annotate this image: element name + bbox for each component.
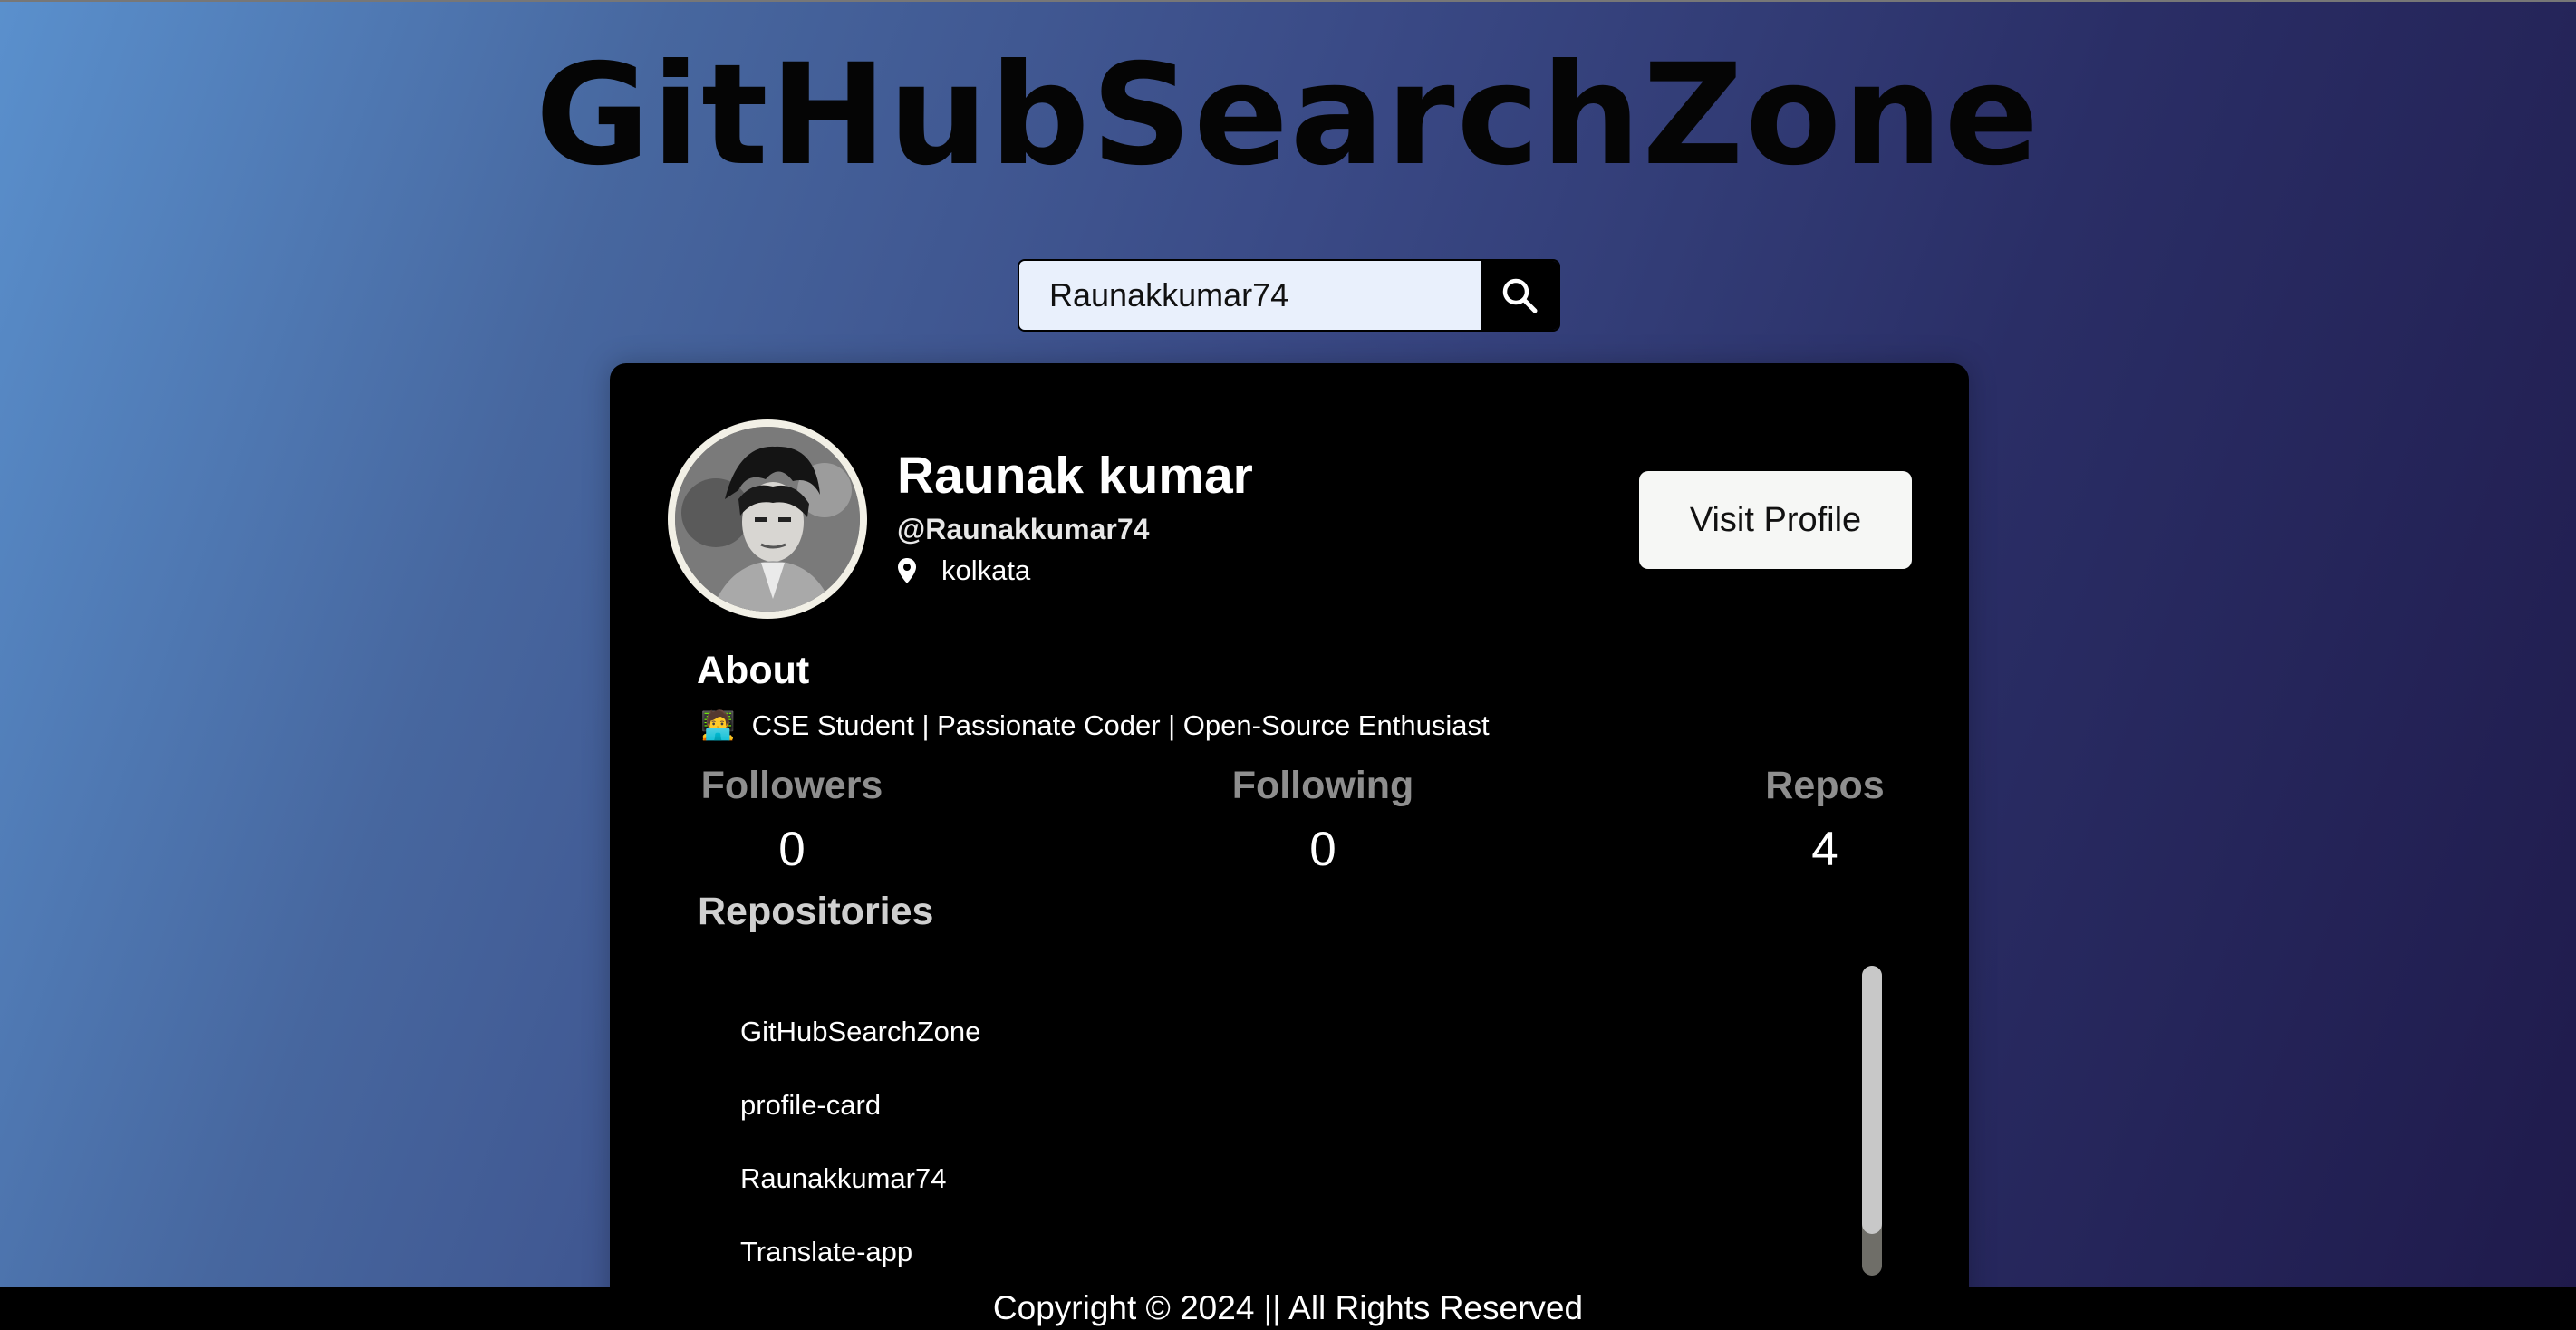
followers-count: 0 bbox=[778, 823, 806, 876]
following-label: Following bbox=[1231, 764, 1414, 807]
user-name: Raunak kumar bbox=[897, 447, 1253, 505]
location-text: kolkata bbox=[941, 554, 1031, 586]
search-button[interactable] bbox=[1481, 261, 1558, 330]
map-pin-icon bbox=[898, 558, 916, 583]
visit-profile-button[interactable]: Visit Profile bbox=[1639, 471, 1912, 569]
technologist-emoji-icon: 🧑‍💻 bbox=[700, 709, 736, 741]
bio-text: CSE Student | Passionate Coder | Open-So… bbox=[751, 709, 1490, 741]
search-input[interactable] bbox=[1019, 261, 1481, 330]
window-top-border bbox=[0, 0, 2576, 2]
repositories-heading: Repositories bbox=[698, 890, 934, 933]
scrollbar-thumb[interactable] bbox=[1862, 966, 1882, 1234]
search-icon bbox=[1503, 278, 1538, 313]
footer-copyright: Copyright © 2024 || All Rights Reserved bbox=[0, 1287, 2576, 1330]
repository-item[interactable]: Translate-app bbox=[740, 1215, 980, 1288]
repository-item[interactable]: GitHubSearchZone bbox=[740, 995, 980, 1068]
profile-card: Raunak kumar @Raunakkumar74 kolkata Visi… bbox=[610, 363, 1969, 1330]
location: kolkata bbox=[897, 554, 1030, 588]
repos-stat: Repos 4 bbox=[1757, 763, 1893, 877]
repository-scrollbar[interactable] bbox=[1862, 966, 1882, 1276]
followers-stat: Followers 0 bbox=[697, 763, 887, 877]
repository-item[interactable]: Raunakkumar74 bbox=[740, 1142, 980, 1215]
repository-item[interactable]: profile-card bbox=[740, 1068, 980, 1142]
repos-label: Repos bbox=[1765, 764, 1885, 807]
bio: 🧑‍💻 CSE Student | Passionate Coder | Ope… bbox=[700, 708, 1490, 744]
repository-list: GitHubSearchZone profile-card Raunakkuma… bbox=[740, 995, 980, 1288]
search-bar bbox=[1018, 259, 1560, 332]
following-count: 0 bbox=[1309, 823, 1336, 876]
user-handle: @Raunakkumar74 bbox=[897, 513, 1150, 545]
avatar-image bbox=[675, 427, 860, 612]
app-title: GitHubSearchZone bbox=[535, 34, 2041, 197]
following-stat: Following 0 bbox=[1228, 763, 1418, 877]
avatar bbox=[668, 419, 867, 619]
repos-count: 4 bbox=[1811, 823, 1838, 876]
followers-label: Followers bbox=[700, 764, 883, 807]
about-heading: About bbox=[697, 649, 810, 692]
